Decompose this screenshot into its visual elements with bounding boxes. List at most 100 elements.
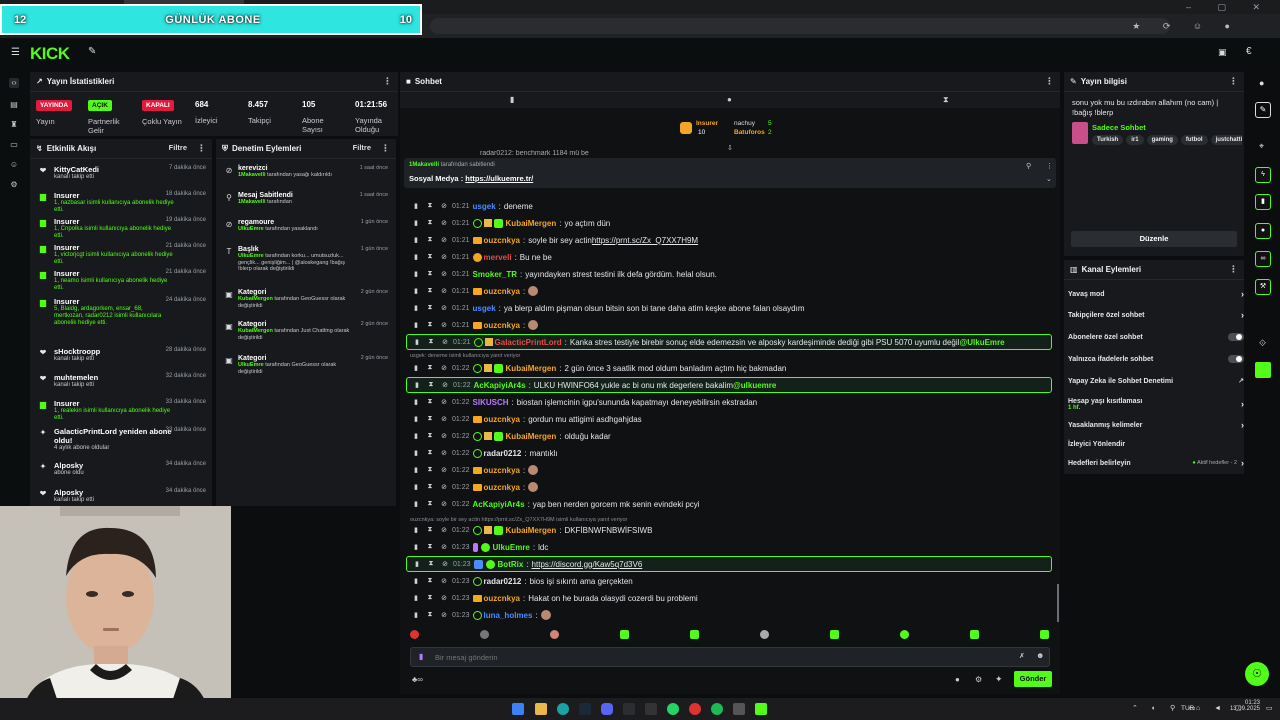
channel-action-item[interactable]: Yavaş mod › [1068,286,1244,302]
timeout-icon[interactable]: ⧗ [427,560,435,568]
timeout-icon[interactable]: ⧗ [426,611,434,619]
timeout-icon[interactable]: ⧗ [426,577,434,585]
timeout-icon[interactable]: ⧗ [426,287,434,295]
timeout-icon[interactable]: ⧗ [426,304,434,312]
channel-action-item[interactable]: Abonelere özel sohbet [1068,329,1244,345]
send-button[interactable]: Gönder [1014,671,1052,687]
message-username[interactable]: radar0212 [484,449,522,458]
ban-icon[interactable]: ⊘ [440,304,448,312]
ban-icon[interactable]: ⊘ [440,526,448,534]
emoji-icon[interactable]: ☻ [1036,651,1044,660]
edit-icon[interactable]: ✎ [1255,102,1271,118]
filter-button[interactable]: Filtre [169,143,187,154]
mod-actor[interactable]: 1Makavelli [238,172,266,178]
emote-icon[interactable] [410,630,419,639]
more-icon[interactable]: ⋮ [1045,76,1054,87]
category-name[interactable]: Sadece Sohbet [1092,123,1146,132]
tag[interactable]: futbol [1180,135,1208,145]
activity-name[interactable]: Insurer [54,399,174,408]
activity-name[interactable]: KittyCatKedi [54,165,174,174]
mod-target[interactable]: Kategori [238,355,358,362]
activity-name[interactable]: Alposky [54,488,174,497]
channel-action-item[interactable]: Yalnızca ifadelerle sohbet [1068,351,1244,367]
ban-icon[interactable]: ⊘ [440,253,448,261]
more-icon[interactable]: ⋮ [1229,264,1238,275]
tag[interactable]: justchattin [1210,135,1242,145]
ban-icon[interactable]: ⊘ [440,287,448,295]
mod-actor[interactable]: 1Makavelli [238,199,266,205]
message-username[interactable]: ouzcnkya [484,415,520,424]
mic-icon[interactable]: ▮ [419,652,423,661]
message-username[interactable]: SIKUSCH [473,398,509,407]
message-username[interactable]: BotRix [498,560,524,569]
ban-icon[interactable]: ⊘ [440,236,448,244]
link-icon[interactable]: ∞ [1255,251,1271,267]
ban-icon[interactable]: ⊘ [440,270,448,278]
users-icon[interactable]: ☺ [9,160,19,170]
activity-name[interactable]: muhtemelen [54,373,174,382]
emote-icon[interactable] [690,630,699,639]
chat-icon[interactable]: ● [1255,223,1271,239]
chat-icon[interactable]: ● [955,675,960,684]
trophy-icon[interactable]: ♜ [9,120,19,130]
delete-icon[interactable]: ▮ [412,543,420,551]
timeout-icon[interactable]: ⧗ [426,500,434,508]
filter-button[interactable]: Filtre [353,143,371,154]
mod-actor[interactable]: UlkuEmre [238,226,264,232]
message-username[interactable]: ouzcnkya [484,594,520,603]
pinned-link[interactable]: https://ulkuemre.tr/ [465,174,533,183]
channel-action-item[interactable]: Takipçilere özel sohbet › [1068,307,1244,323]
rocket-icon[interactable]: ✦ [995,674,1003,685]
delete-icon[interactable]: ▮ [412,321,420,329]
ban-icon[interactable]: ⊘ [440,611,448,619]
emote-icon[interactable] [1040,630,1049,639]
ban-icon[interactable]: ⊘ [441,381,449,389]
ban-icon[interactable]: ⊘ [441,560,449,568]
chat-input[interactable] [435,650,995,664]
crosshair-icon[interactable]: ⌖ [1259,141,1264,152]
translate-icon[interactable]: ✗ [1019,652,1025,660]
layout-icon[interactable]: ▣ [1218,47,1227,58]
settings-icon[interactable]: ⚙ [9,180,19,190]
obs-icon[interactable] [689,703,701,715]
delete-icon[interactable]: ▮ [412,594,420,602]
mod-actor[interactable]: UlkuEmre [238,253,264,259]
ban-icon[interactable]: ⊘ [440,594,448,602]
tag[interactable]: ir1 [1126,135,1144,145]
ban-icon[interactable]: ⊘ [440,432,448,440]
delete-icon[interactable]: ▮ [412,219,420,227]
mod-target[interactable]: kerevizci [238,165,358,172]
more-icon[interactable]: ⋮ [197,143,206,154]
chat-bubble-icon[interactable]: ● [727,95,732,104]
file-explorer-icon[interactable] [535,703,547,715]
help-chat-icon[interactable]: ☉ [1245,662,1269,686]
message-username[interactable]: KubaiMergen [506,364,557,373]
delete-icon[interactable]: ▮ [412,270,420,278]
delete-icon[interactable]: ▮ [412,526,420,534]
more-icon[interactable]: ⋮ [383,76,392,87]
points-icon[interactable]: ♣∞ [412,675,423,684]
message-username[interactable]: AcKapiyiAr4s [474,381,526,390]
kick-icon[interactable] [755,703,767,715]
timeout-icon[interactable]: ⧗ [426,449,434,457]
channel-action-item[interactable]: İzleyici Yönlendir [1068,436,1244,452]
trash-icon[interactable]: ▮ [510,95,514,104]
timeout-icon[interactable]: ⧗ [426,398,434,406]
chevron-down-icon[interactable]: ⌄ [1046,175,1052,183]
message-username[interactable]: Smoker_TR [473,270,517,279]
ban-icon[interactable]: ⊘ [441,338,449,346]
edge-icon[interactable] [557,703,569,715]
message-username[interactable]: KubaiMergen [506,526,557,535]
emote-icon[interactable] [760,630,769,639]
message-username[interactable]: AcKapiyiAr4s [473,500,525,509]
more-icon[interactable]: ⋮ [381,143,390,154]
toggle-switch[interactable] [1228,355,1244,363]
app-icon[interactable] [1255,362,1271,378]
emote-icon[interactable] [970,630,979,639]
mod-actor[interactable]: KubaiMergen [238,296,273,302]
windows-start-icon[interactable] [512,703,524,715]
dashboard-icon[interactable]: ‹› [9,78,19,88]
timeout-icon[interactable]: ⧗ [426,202,434,210]
ban-icon[interactable]: ⊘ [440,321,448,329]
delete-icon[interactable]: ▮ [412,432,420,440]
